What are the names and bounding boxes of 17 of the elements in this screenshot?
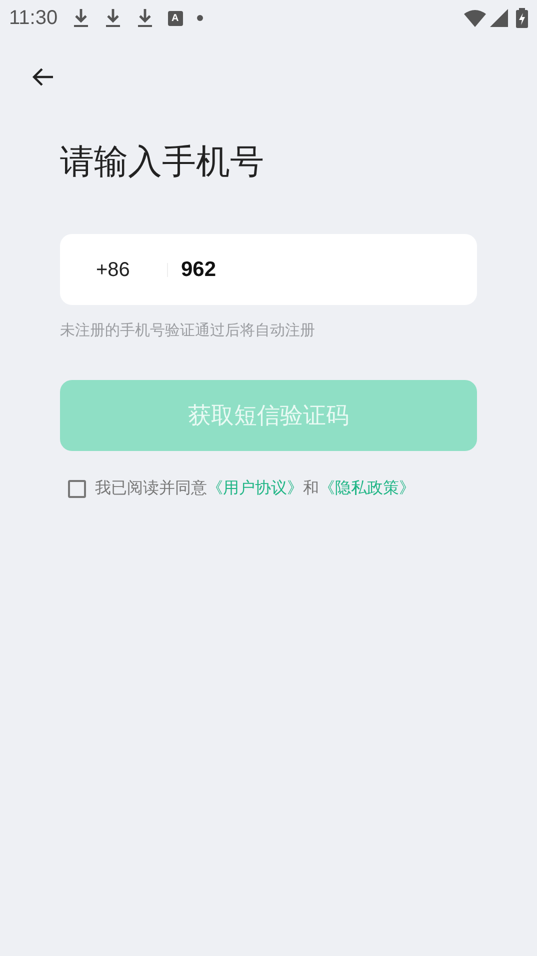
- agreement-joiner: 和: [303, 478, 319, 498]
- status-time: 11:30: [9, 6, 58, 31]
- download-icon: [104, 7, 122, 29]
- phone-input[interactable]: 962: [181, 254, 477, 286]
- country-code[interactable]: +86: [60, 254, 167, 284]
- hint-text: 未注册的手机号验证通过后将自动注册: [60, 321, 316, 341]
- agreement-text: 我已阅读并同意: [95, 478, 207, 498]
- phone-field[interactable]: +86 962: [60, 234, 477, 305]
- battery-icon: [516, 8, 528, 28]
- agree-checkbox[interactable]: [68, 480, 86, 498]
- signal-icon: [490, 9, 508, 27]
- notification-icon: A: [168, 10, 183, 26]
- download-icon: [72, 7, 90, 29]
- page-title: 请输入手机号: [60, 142, 265, 182]
- download-icon: [136, 7, 154, 29]
- wifi-icon: [464, 9, 486, 27]
- back-arrow-icon: [32, 67, 54, 87]
